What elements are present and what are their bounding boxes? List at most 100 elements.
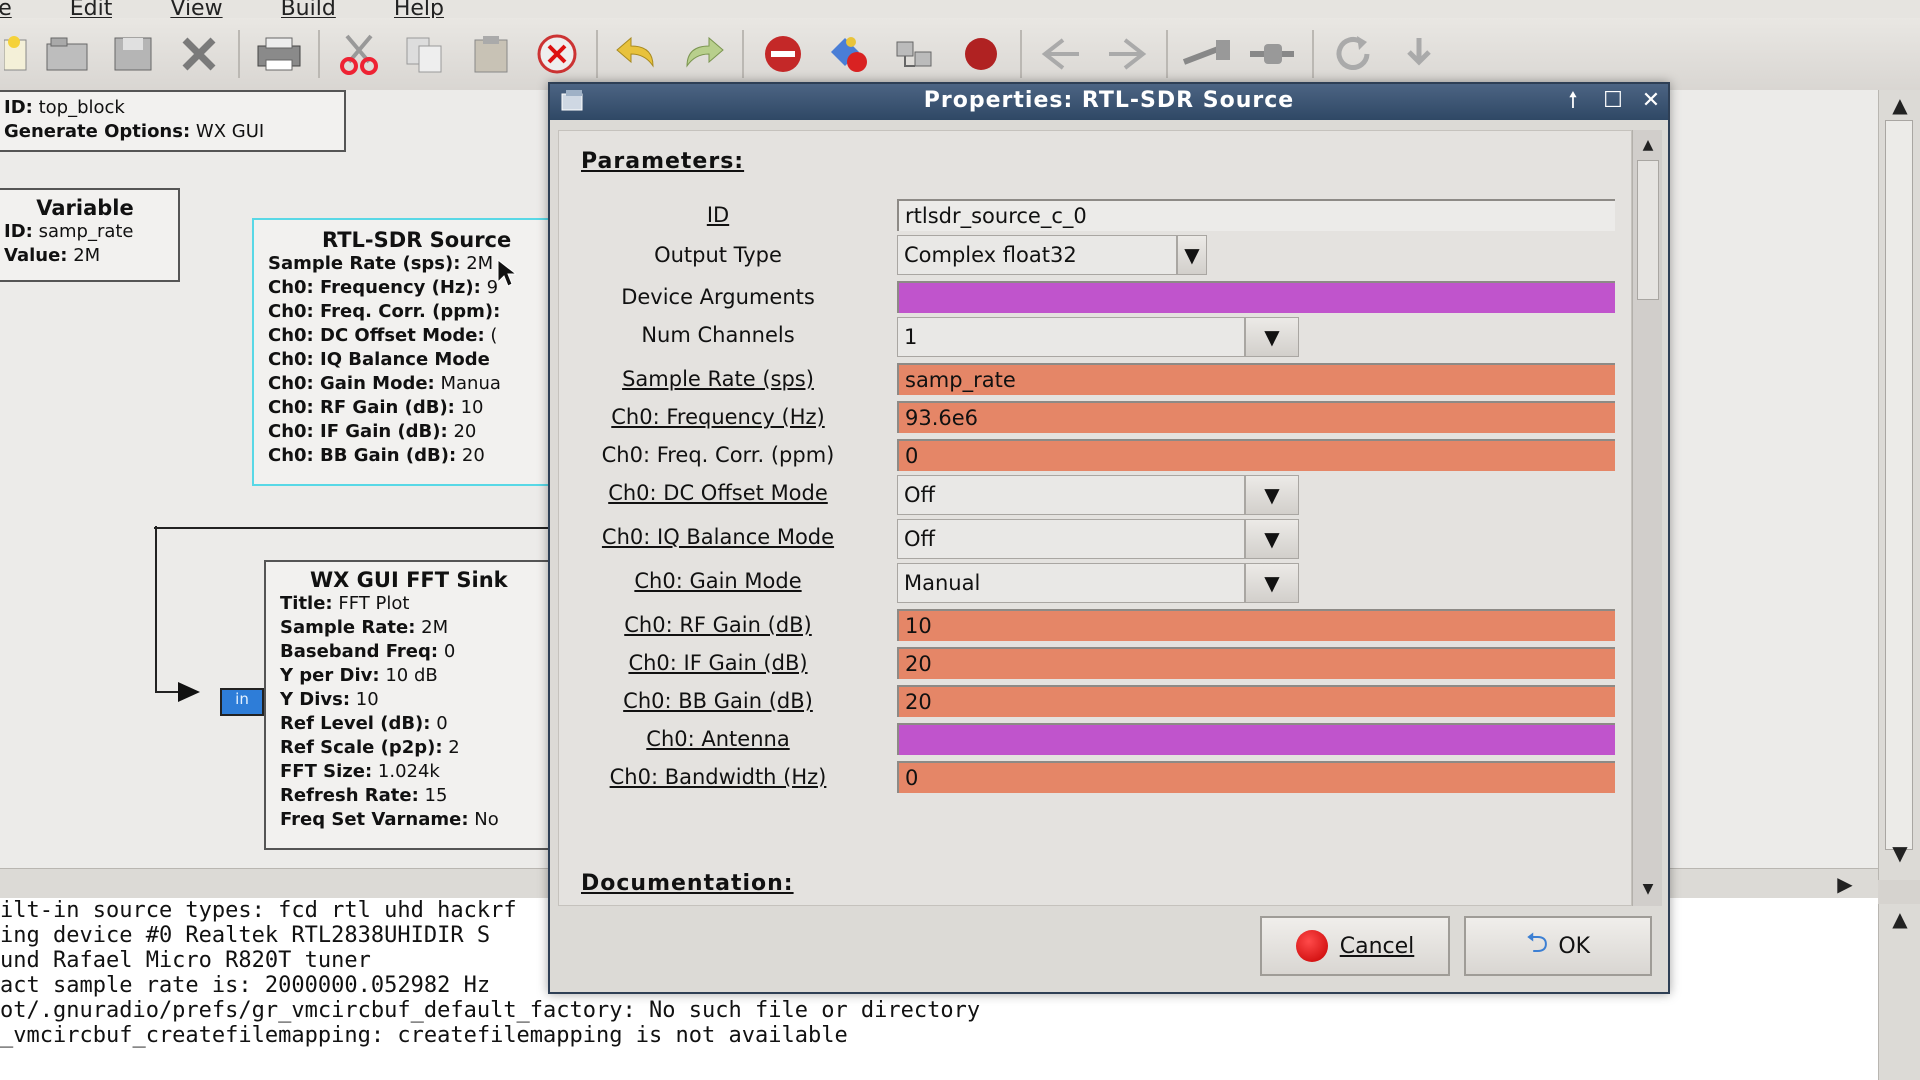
rtl-row: Ch0: BB Gain (dB): 20 (268, 445, 485, 466)
scroll-down-icon[interactable]: ▼ (1887, 840, 1913, 866)
rotate-ccw-icon[interactable] (1174, 25, 1240, 83)
wx-gui-fft-sink-block[interactable]: WX GUI FFT Sink Title: FFT Plot Sample R… (264, 560, 564, 850)
find-icon[interactable] (1386, 25, 1452, 83)
ok-arrow-icon: ⮌ (1525, 926, 1549, 959)
param-row-num-channels: Num Channels 1 ▼ (559, 317, 1631, 357)
dc-offset-select[interactable]: Off ▼ (897, 475, 1299, 515)
variable-block[interactable]: Variable ID: samp_rate Value: 2M (0, 188, 180, 282)
parameters-scroll-thumb[interactable] (1637, 160, 1659, 300)
canvas-scroll-thumb[interactable] (1885, 120, 1913, 850)
rotate-cw-icon[interactable] (1240, 25, 1306, 83)
chevron-down-icon[interactable]: ▼ (1245, 317, 1299, 357)
parameters-pane[interactable]: Parameters: ID rtlsdr_source_c_0 Output … (558, 130, 1632, 906)
undo-icon[interactable] (604, 25, 670, 83)
paste-icon[interactable] (458, 25, 524, 83)
disable-icon[interactable] (750, 25, 816, 83)
variable-id-row: ID: samp_rate (4, 220, 178, 244)
param-row-if-gain: Ch0: IF Gain (dB) 20 (559, 647, 1631, 681)
menu-view[interactable]: View (170, 0, 222, 18)
sample-rate-field[interactable]: samp_rate (897, 363, 1615, 395)
minimize-icon[interactable]: 🠕 (1558, 86, 1588, 116)
options-block[interactable]: ID: top_block Generate Options: WX GUI (0, 90, 346, 152)
maximize-icon[interactable]: ☐ (1598, 86, 1628, 116)
menu-build[interactable]: Build (281, 0, 336, 18)
cancel-icon (1295, 930, 1328, 962)
toolbar-separator (1166, 30, 1168, 78)
fft-block-title: WX GUI FFT Sink (310, 568, 508, 592)
cancel-label: Cancel (1339, 933, 1415, 959)
scroll-up-icon[interactable]: ▲ (1887, 906, 1913, 932)
fft-row: Title: FFT Plot (280, 593, 410, 614)
chevron-down-icon[interactable]: ▼ (1177, 235, 1207, 275)
menu-file[interactable]: ile (0, 0, 12, 18)
dialog-titlebar[interactable]: Properties: RTL-SDR Source 🠕 ☐ ✕ (550, 84, 1668, 120)
ok-button[interactable]: ⮌ OK (1464, 916, 1652, 976)
generate-icon[interactable] (816, 25, 882, 83)
bandwidth-field[interactable]: 0 (897, 761, 1615, 793)
antenna-field[interactable] (897, 723, 1615, 755)
param-label: Device Arguments (621, 285, 815, 309)
log-vertical-scrollbar[interactable]: ▲ (1878, 904, 1920, 1080)
properties-dialog: Properties: RTL-SDR Source 🠕 ☐ ✕ Paramet… (548, 82, 1670, 994)
output-type-value: Complex float32 (897, 235, 1177, 275)
menu-help[interactable]: Help (394, 0, 444, 18)
cancel-button[interactable]: Cancel (1260, 916, 1450, 976)
bb-gain-field[interactable]: 20 (897, 685, 1615, 717)
copy-icon[interactable] (392, 25, 458, 83)
mouse-cursor-icon (497, 258, 516, 287)
options-gen-row: Generate Options: WX GUI (4, 120, 344, 144)
toolbar (0, 18, 1920, 90)
param-label: Ch0: Frequency (Hz) (611, 405, 825, 429)
save-icon[interactable] (100, 25, 166, 83)
fft-row: Ref Scale (p2p): 2 (280, 737, 460, 758)
iq-balance-select[interactable]: Off ▼ (897, 519, 1299, 559)
open-icon[interactable] (34, 25, 100, 83)
log-line: ot/.gnuradio/prefs/gr_vmcircbuf_default_… (0, 998, 981, 1023)
scroll-right-icon[interactable]: ▶ (1832, 871, 1858, 897)
variable-value-value: 2M (73, 245, 101, 266)
id-field[interactable]: rtlsdr_source_c_0 (897, 199, 1615, 231)
freq-corr-field[interactable]: 0 (897, 439, 1615, 471)
close-icon[interactable]: ✕ (1636, 86, 1666, 116)
options-gen-value: WX GUI (195, 121, 265, 142)
canvas-vertical-scrollbar[interactable]: ▲ ▼ (1878, 90, 1920, 880)
execute-icon[interactable] (882, 25, 948, 83)
param-label: Ch0: Bandwidth (Hz) (609, 765, 827, 789)
scroll-up-icon[interactable]: ▲ (1887, 92, 1913, 118)
param-label: Ch0: RF Gain (dB) (624, 613, 812, 637)
rtl-block-title: RTL-SDR Source (322, 228, 512, 252)
param-row-freq-corr: Ch0: Freq. Corr. (ppm) 0 (559, 439, 1631, 473)
parameters-scrollbar[interactable]: ▲ ▼ (1632, 130, 1662, 906)
scroll-up-icon[interactable]: ▲ (1635, 132, 1661, 158)
fft-row: Y per Div: 10 dB (280, 665, 438, 686)
param-row-id: ID rtlsdr_source_c_0 (559, 199, 1631, 233)
back-icon[interactable] (1028, 25, 1094, 83)
output-type-select[interactable]: Complex float32 ▼ (897, 235, 1207, 275)
num-channels-select[interactable]: 1 ▼ (897, 317, 1299, 357)
print-icon[interactable] (246, 25, 312, 83)
toolbar-separator (238, 30, 240, 78)
redo-icon[interactable] (670, 25, 736, 83)
stop-icon[interactable] (948, 25, 1014, 83)
param-row-sample-rate: Sample Rate (sps) samp_rate (559, 363, 1631, 397)
cut-icon[interactable] (326, 25, 392, 83)
gain-mode-select[interactable]: Manual ▼ (897, 563, 1299, 603)
chevron-down-icon[interactable]: ▼ (1245, 563, 1299, 603)
scroll-down-icon[interactable]: ▼ (1635, 876, 1661, 902)
menu-edit[interactable]: Edit (70, 0, 113, 18)
device-arguments-field[interactable] (897, 281, 1615, 313)
fft-input-port[interactable]: in (220, 688, 264, 716)
forward-icon[interactable] (1094, 25, 1160, 83)
gnuradio-companion-window: ile Edit View Build Help (0, 0, 1920, 1080)
frequency-field[interactable]: 93.6e6 (897, 401, 1615, 433)
chevron-down-icon[interactable]: ▼ (1245, 475, 1299, 515)
new-icon[interactable] (4, 25, 34, 83)
if-gain-field[interactable]: 20 (897, 647, 1615, 679)
variable-id-label: ID: (4, 221, 33, 242)
reload-icon[interactable] (1320, 25, 1386, 83)
close-icon[interactable] (166, 25, 232, 83)
delete-icon[interactable] (524, 25, 590, 83)
rf-gain-field[interactable]: 10 (897, 609, 1615, 641)
chevron-down-icon[interactable]: ▼ (1245, 519, 1299, 559)
param-row-device-args: Device Arguments (559, 281, 1631, 315)
